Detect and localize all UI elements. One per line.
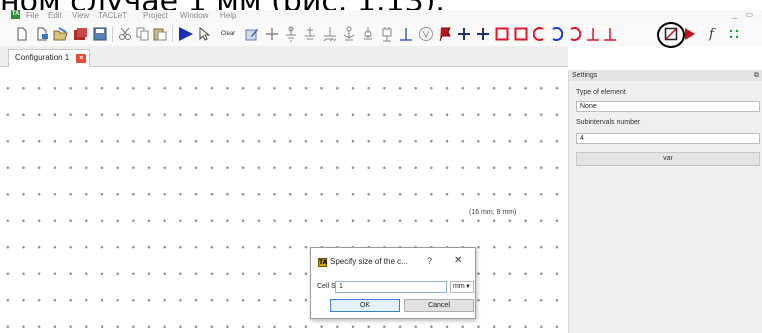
save-all-icon[interactable] xyxy=(73,26,88,42)
menu-help[interactable]: Help xyxy=(220,11,236,20)
plus-2-icon[interactable] xyxy=(476,26,490,42)
ground-icon[interactable] xyxy=(284,26,298,42)
perpendicular-red-icon[interactable] xyxy=(603,26,617,42)
size-readout: (16 mm; 8 mm) xyxy=(469,209,517,216)
plug-icon[interactable] xyxy=(380,26,394,42)
square-red-icon[interactable] xyxy=(495,26,509,42)
chevron-down-icon: ▼ xyxy=(465,284,471,290)
menu-project[interactable]: Project xyxy=(143,11,168,20)
open-icon[interactable] xyxy=(53,26,68,42)
close-icon[interactable]: × xyxy=(76,54,87,63)
subintervals-label: Subintervals number xyxy=(576,119,641,126)
cut-icon[interactable] xyxy=(118,26,132,42)
clear-icon[interactable]: Clear xyxy=(218,26,238,42)
cross-icon[interactable] xyxy=(265,26,279,42)
run-icon[interactable] xyxy=(178,26,194,42)
menu-view[interactable]: View xyxy=(72,11,89,20)
grid-canvas[interactable]: (16 mm; 8 mm) xyxy=(0,67,568,333)
plus-icon[interactable] xyxy=(457,26,471,42)
arc-right-icon[interactable] xyxy=(549,26,563,42)
tab-configuration-1[interactable]: Configuration 1 × xyxy=(8,49,91,67)
arc-left-icon[interactable] xyxy=(533,26,547,42)
toolbar-separator xyxy=(112,26,113,42)
close-icon[interactable]: ✕ xyxy=(454,255,462,266)
settings-panel: Settings ⧉ Type of element None Subinter… xyxy=(568,70,762,333)
copy-icon[interactable] xyxy=(136,26,149,42)
cell-size-dialog: TA Specify size of the c... ? ✕ Cell Siz… xyxy=(310,247,476,319)
ground-2-icon[interactable] xyxy=(303,26,317,42)
cell-size-input[interactable]: 1 xyxy=(335,281,447,293)
type-of-element-label: Type of element xyxy=(576,89,626,96)
type-of-element-select[interactable]: None xyxy=(576,101,760,112)
flag-icon[interactable] xyxy=(438,26,452,42)
menu-edit[interactable]: Edit xyxy=(48,11,62,20)
arc-red-icon[interactable] xyxy=(567,26,581,42)
float-panel-icon[interactable]: ⧉ xyxy=(754,70,759,81)
ground-3-icon[interactable] xyxy=(322,26,338,42)
arrow-icon[interactable] xyxy=(684,26,696,42)
perpendicular-icon[interactable] xyxy=(399,26,413,42)
function-icon[interactable]: f xyxy=(707,26,719,42)
highlight-circle xyxy=(657,22,685,48)
var-button[interactable]: var xyxy=(576,152,760,166)
paste-icon[interactable] xyxy=(153,26,167,42)
svg-text:f: f xyxy=(708,27,716,42)
cancel-button[interactable]: Cancel xyxy=(404,299,474,312)
toolbar-separator xyxy=(172,26,173,42)
dialog-title: Specify size of the c... xyxy=(330,257,408,266)
new-project-icon[interactable] xyxy=(36,26,49,42)
settings-header: Settings ⧉ xyxy=(569,70,762,81)
subintervals-input[interactable]: 4 xyxy=(576,133,760,144)
caption-text: ном случае 1 мм (рис. 1.13). xyxy=(0,0,510,10)
menu-bar: TA File Edit View TACLeT Project Window … xyxy=(0,10,762,22)
square-blue-icon[interactable] xyxy=(514,26,528,42)
tab-bar: Configuration 1 × xyxy=(0,46,568,67)
settings-title: Settings xyxy=(572,72,598,79)
menu-taclet[interactable]: TACLeT xyxy=(98,11,127,20)
grid-icon[interactable] xyxy=(728,26,740,42)
edit-icon[interactable] xyxy=(245,26,259,42)
toolbar: Clear f xyxy=(0,22,762,46)
dialog-app-icon: TA xyxy=(318,258,328,267)
menu-file[interactable]: File xyxy=(26,11,39,20)
tab-label: Configuration 1 xyxy=(15,53,70,62)
menu-window[interactable]: Window xyxy=(180,11,208,20)
unit-value: mm xyxy=(453,283,465,290)
document-caption: ном случае 1 мм (рис. 1.13). xyxy=(0,0,510,10)
ok-button[interactable]: OK xyxy=(330,299,400,312)
help-icon[interactable]: ? xyxy=(427,256,432,266)
ground-red-icon[interactable] xyxy=(586,26,600,42)
save-icon[interactable] xyxy=(93,26,107,42)
app-logo-icon: TA xyxy=(11,10,20,19)
anchor-2-icon[interactable] xyxy=(361,26,375,42)
unit-select[interactable]: mm ▼ xyxy=(450,281,474,293)
voltmeter-icon[interactable] xyxy=(418,26,434,42)
window-controls[interactable]: _ ▭ xyxy=(733,10,756,19)
pointer-icon[interactable] xyxy=(198,26,210,42)
anchor-icon[interactable] xyxy=(342,26,356,42)
new-file-icon[interactable] xyxy=(16,26,28,42)
